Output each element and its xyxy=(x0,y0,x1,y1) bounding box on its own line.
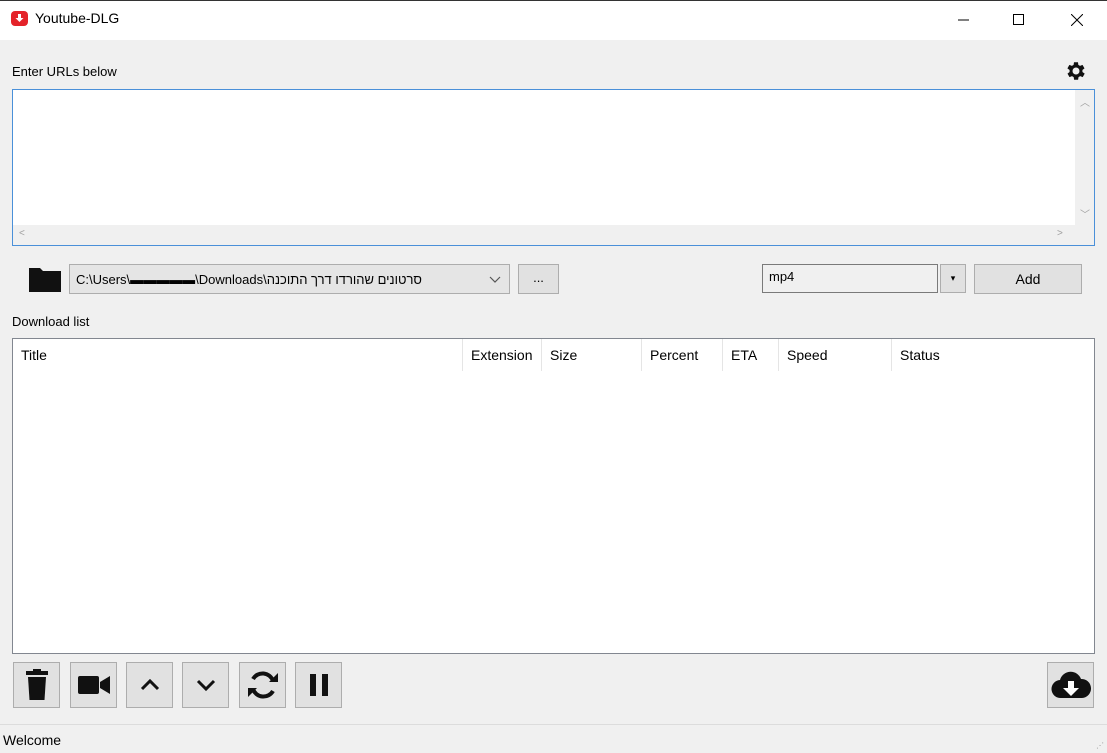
column-header-extension[interactable]: Extension xyxy=(463,339,542,371)
urls-input[interactable] xyxy=(13,90,1077,225)
urls-horizontal-scrollbar[interactable]: < > xyxy=(13,225,1077,245)
scroll-left-arrow-icon[interactable]: < xyxy=(19,228,25,239)
maximize-icon xyxy=(1013,14,1024,25)
minimize-icon xyxy=(958,19,969,21)
move-down-button[interactable] xyxy=(182,662,229,708)
youtube-dlg-app-icon xyxy=(11,11,28,26)
window-title: Youtube-DLG xyxy=(35,10,120,26)
settings-button[interactable] xyxy=(1064,59,1088,83)
gear-icon xyxy=(1067,62,1085,80)
download-path-value: C:\Users\▬▬▬▬▬\Downloads\סרטונים שהורדו … xyxy=(76,271,422,287)
pause-button[interactable] xyxy=(295,662,342,708)
scrollbar-corner xyxy=(1075,225,1094,245)
format-select[interactable]: mp4 xyxy=(762,264,938,293)
column-header-size[interactable]: Size xyxy=(542,339,642,371)
scroll-right-arrow-icon[interactable]: > xyxy=(1057,228,1063,239)
download-list-label: Download list xyxy=(12,314,90,329)
close-button[interactable] xyxy=(1048,1,1106,39)
format-dropdown-button[interactable]: ▾ xyxy=(940,264,966,293)
pause-icon xyxy=(309,674,328,696)
video-camera-icon xyxy=(77,676,110,694)
column-header-eta[interactable]: ETA xyxy=(723,339,779,371)
column-header-status[interactable]: Status xyxy=(892,339,1094,371)
status-bar: Welcome ⋰ xyxy=(0,724,1107,753)
maximize-button[interactable] xyxy=(990,1,1048,39)
chevron-down-icon xyxy=(489,276,501,283)
close-icon xyxy=(1071,14,1083,26)
move-up-button[interactable] xyxy=(126,662,173,708)
scroll-down-arrow-icon[interactable]: ﹀ xyxy=(1080,206,1090,221)
chevron-up-icon xyxy=(140,678,159,691)
title-bar: Youtube-DLG xyxy=(0,0,1107,40)
play-video-button[interactable] xyxy=(70,662,117,708)
column-header-speed[interactable]: Speed xyxy=(779,339,892,371)
column-header-percent[interactable]: Percent xyxy=(642,339,723,371)
folder-icon xyxy=(29,268,61,292)
scroll-up-arrow-icon[interactable]: ︿ xyxy=(1080,94,1090,109)
add-button[interactable]: Add xyxy=(974,264,1082,294)
urls-textbox[interactable]: ︿ ﹀ < > xyxy=(12,89,1095,246)
download-list[interactable]: Title Extension Size Percent ETA Speed S… xyxy=(12,338,1095,654)
cloud-download-icon xyxy=(1051,671,1091,699)
trash-icon xyxy=(25,669,48,700)
reload-button[interactable] xyxy=(239,662,286,708)
chevron-down-icon xyxy=(196,679,215,692)
download-button[interactable] xyxy=(1047,662,1094,708)
folder-button[interactable] xyxy=(28,265,62,293)
sync-icon xyxy=(247,671,278,699)
column-header-title[interactable]: Title xyxy=(13,339,463,371)
delete-button[interactable] xyxy=(13,662,60,708)
browse-button[interactable]: ... xyxy=(518,264,559,294)
status-text: Welcome xyxy=(3,732,62,748)
urls-label: Enter URLs below xyxy=(12,64,117,79)
urls-vertical-scrollbar[interactable]: ︿ ﹀ xyxy=(1075,90,1094,225)
minimize-button[interactable] xyxy=(935,1,993,39)
resize-grip-icon[interactable]: ⋰ xyxy=(1096,741,1104,750)
download-path-combobox[interactable]: C:\Users\▬▬▬▬▬\Downloads\סרטונים שהורדו … xyxy=(69,264,510,294)
